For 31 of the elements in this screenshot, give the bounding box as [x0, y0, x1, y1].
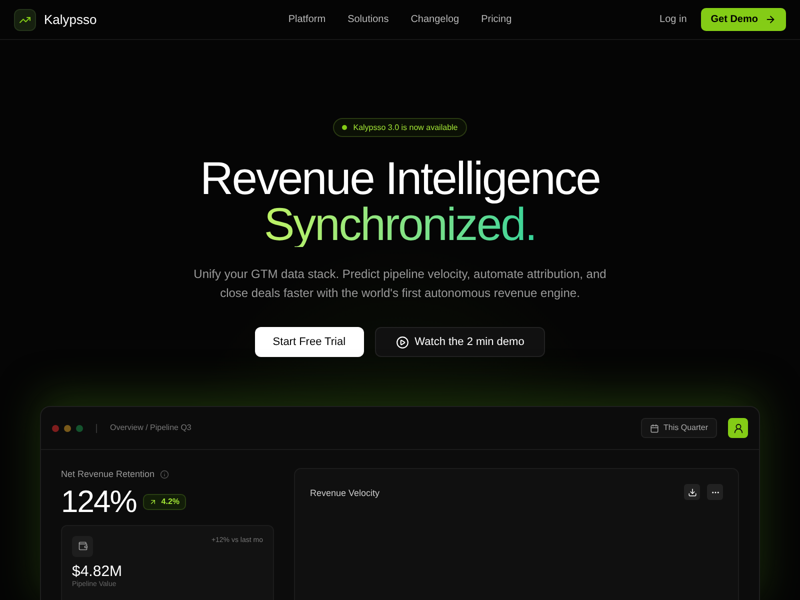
card-value: $4.82M [72, 562, 124, 580]
change-badge: 4.2% [143, 494, 186, 510]
announcement-badge: Kalypsso 3.0 is now available [333, 118, 467, 137]
brand-name: Kalypsso [44, 10, 97, 29]
metric-value: 124% [61, 484, 136, 520]
period-selector[interactable]: This Quarter [640, 418, 717, 438]
user-avatar-button[interactable] [728, 418, 748, 438]
play-icon [396, 336, 409, 348]
more-button[interactable] [707, 484, 723, 500]
download-icon [688, 488, 696, 496]
start-trial-button[interactable]: Start Free Trial [254, 327, 364, 357]
calendar-icon [650, 424, 659, 432]
chart-title: Revenue Velocity [310, 487, 380, 500]
logo-icon [14, 8, 36, 30]
hero-title: Revenue Intelligence [200, 155, 600, 201]
watch-demo-button[interactable]: Watch the 2 min demo [374, 327, 546, 357]
wallet-icon [72, 536, 93, 556]
nav-link[interactable]: Changelog [410, 12, 460, 27]
hero-description: Unify your GTM data stack. Predict pipeline velocity, automate attribution, and close deals faster with the world's first autonomous revenue engine. [192, 266, 608, 302]
metric-label: Net Revenue Retention [61, 468, 155, 481]
user-icon [732, 422, 744, 434]
nav-link[interactable]: Solutions [348, 12, 389, 27]
arrow-right-icon [765, 14, 776, 25]
nav-link[interactable]: Pricing [481, 12, 512, 27]
get-demo-button[interactable]: Get Demo [700, 8, 786, 31]
login-link[interactable]: Log in [660, 12, 687, 27]
arrow-up-right-icon [149, 498, 158, 506]
download-button[interactable] [684, 484, 700, 500]
info-icon [160, 470, 169, 480]
breadcrumb: Overview / Pipeline Q3 [110, 422, 192, 434]
nav-link[interactable]: Platform [288, 12, 326, 27]
